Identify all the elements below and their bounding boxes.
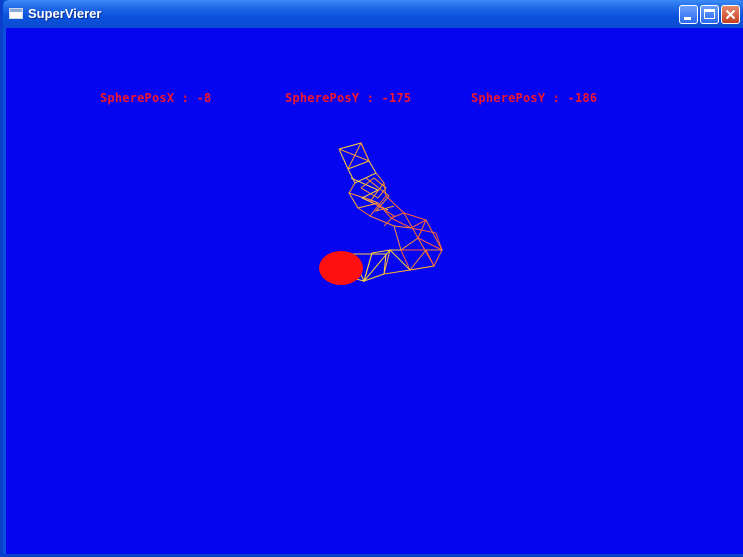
maximize-button[interactable] [700,5,719,24]
minimize-button[interactable] [679,5,698,24]
render-viewport[interactable]: SpherePosX : -8 SpherePosY : -175 Sphere… [6,28,743,554]
sphere [319,251,363,285]
window-app-icon[interactable] [9,8,23,19]
window-title: SuperVierer [28,6,102,21]
3d-scene [319,141,443,285]
app-window: SuperVierer SpherePosX : -8 SpherePosY :… [0,0,743,557]
close-icon [725,9,736,20]
close-button[interactable] [721,5,740,24]
maximize-icon [704,9,715,19]
title-bar[interactable]: SuperVierer [3,0,743,28]
minimize-icon [684,17,691,20]
